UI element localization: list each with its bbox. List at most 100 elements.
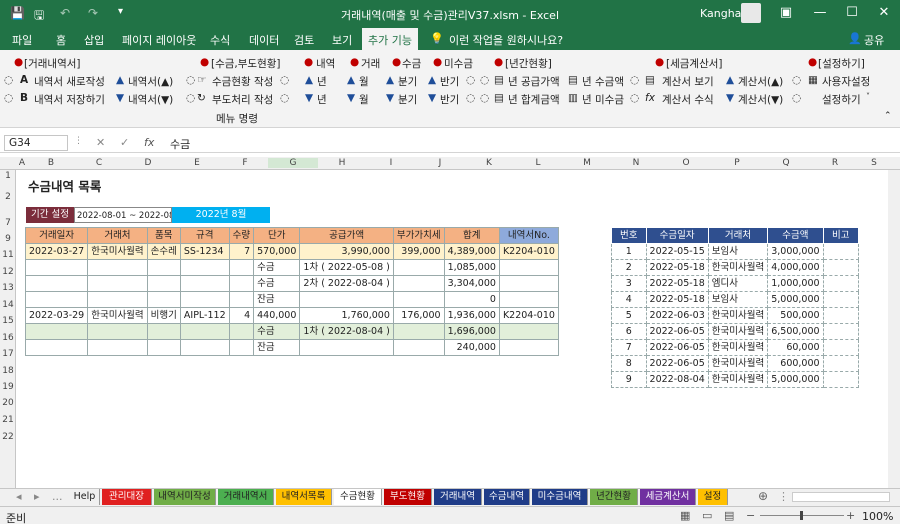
- radio-icon[interactable]: ◌: [466, 74, 475, 86]
- table-cell[interactable]: 5,000,000: [767, 371, 824, 388]
- row-header[interactable]: 20: [0, 398, 16, 408]
- table-cell[interactable]: 440,000: [253, 307, 301, 324]
- table-cell[interactable]: [498, 275, 559, 292]
- table-cell[interactable]: 0: [443, 291, 500, 308]
- table-cell[interactable]: 엠디사: [707, 275, 769, 292]
- row-header[interactable]: 1: [0, 171, 16, 181]
- cancel-icon[interactable]: ✕: [96, 136, 105, 149]
- radio-icon[interactable]: ◌: [280, 92, 289, 104]
- sheet-tab[interactable]: 부도현황: [384, 489, 432, 505]
- table-cell[interactable]: 한국미사월력: [707, 307, 769, 324]
- tab-formulas[interactable]: 수식: [210, 32, 230, 48]
- name-box[interactable]: G34: [4, 135, 68, 151]
- sheet-tab[interactable]: 년간현황: [590, 489, 638, 505]
- row-header[interactable]: 19: [0, 382, 16, 392]
- table-cell[interactable]: [146, 323, 181, 340]
- table-cell[interactable]: 5,000,000: [767, 291, 824, 308]
- table-cell[interactable]: [179, 275, 230, 292]
- table-cell[interactable]: [146, 339, 181, 356]
- page-break-icon[interactable]: ▤: [724, 509, 734, 522]
- col-header[interactable]: P: [712, 158, 762, 168]
- table-cell[interactable]: [822, 307, 860, 324]
- table-cell[interactable]: 수금: [253, 275, 301, 292]
- tab-file[interactable]: 파일: [12, 32, 32, 48]
- table-cell[interactable]: [228, 275, 255, 292]
- row-header[interactable]: 16: [0, 333, 16, 343]
- col-header[interactable]: R: [810, 158, 860, 168]
- sheet-tab[interactable]: 관리대장: [102, 489, 152, 505]
- table-cell[interactable]: 한국미사월력: [707, 259, 769, 276]
- table-cell[interactable]: 2022-05-15: [645, 243, 709, 260]
- table-cell[interactable]: 4: [611, 291, 647, 308]
- invoice-up-button[interactable]: 계산서(▲): [738, 74, 783, 89]
- col-header[interactable]: C: [74, 158, 124, 168]
- table-cell[interactable]: [392, 323, 445, 340]
- col-header[interactable]: F: [222, 158, 268, 168]
- zoom-out-button[interactable]: −: [746, 509, 755, 522]
- more-sheets-icon[interactable]: ...: [52, 490, 63, 503]
- table-cell[interactable]: 2022-08-04: [645, 371, 709, 388]
- table-cell[interactable]: [87, 323, 148, 340]
- table-cell[interactable]: 2차 ( 2022-08-04 ): [299, 275, 394, 292]
- row-header[interactable]: 18: [0, 366, 16, 376]
- radio-icon[interactable]: ◌: [480, 74, 489, 86]
- table-cell[interactable]: [498, 339, 559, 356]
- doc-up-button[interactable]: 내역서(▲): [128, 74, 173, 89]
- table-cell[interactable]: 6,500,000: [767, 323, 824, 340]
- table-cell[interactable]: [822, 243, 860, 260]
- table-cell[interactable]: 수금: [253, 323, 301, 340]
- col-header[interactable]: S: [860, 158, 888, 168]
- row-header[interactable]: 13: [0, 283, 16, 293]
- table-cell[interactable]: [179, 339, 230, 356]
- col-header[interactable]: A: [16, 158, 28, 168]
- table-cell[interactable]: [822, 275, 860, 292]
- table-cell[interactable]: [228, 291, 255, 308]
- table-cell[interactable]: 3,304,000: [443, 275, 500, 292]
- table-cell[interactable]: 240,000: [443, 339, 500, 356]
- table-cell[interactable]: [24, 259, 89, 276]
- share-button[interactable]: 공유: [864, 32, 884, 48]
- restore-button[interactable]: ☐: [840, 5, 864, 20]
- table-cell[interactable]: 보임사: [707, 291, 769, 308]
- table-cell[interactable]: 2022-06-05: [645, 339, 709, 356]
- row-header[interactable]: 17: [0, 349, 16, 359]
- table-cell[interactable]: [87, 291, 148, 308]
- next-sheet-icon[interactable]: ▸: [34, 490, 40, 503]
- sheet-tab[interactable]: 수금현황: [334, 489, 382, 505]
- table-cell[interactable]: 2022-03-29: [24, 307, 89, 324]
- table-cell[interactable]: 60,000: [767, 339, 824, 356]
- table-cell[interactable]: 한국미사월력: [707, 355, 769, 372]
- table-cell[interactable]: [228, 339, 255, 356]
- year-total-button[interactable]: 년 합계금액: [508, 92, 560, 107]
- tab-add-ins[interactable]: 추가 기능: [362, 28, 418, 50]
- table-cell[interactable]: AIPL-112: [179, 307, 230, 324]
- table-cell[interactable]: 2022-05-18: [645, 275, 709, 292]
- col-header[interactable]: E: [172, 158, 222, 168]
- doc-down-button[interactable]: 내역서(▼): [128, 92, 173, 107]
- table-cell[interactable]: 잔금: [253, 291, 301, 308]
- radio-icon[interactable]: ◌: [480, 92, 489, 104]
- table-cell[interactable]: 2022-03-27: [24, 243, 89, 260]
- radio-icon[interactable]: ◌: [466, 92, 475, 104]
- table-cell[interactable]: [146, 291, 181, 308]
- page-layout-icon[interactable]: ▭: [702, 509, 712, 522]
- table-cell[interactable]: 4,389,000: [443, 243, 500, 260]
- table-cell[interactable]: 3,000,000: [767, 243, 824, 260]
- table-cell[interactable]: 4,000,000: [767, 259, 824, 276]
- period-value[interactable]: 2022-08-01 ~ 2022-08-31: [74, 207, 172, 223]
- tab-page-layout[interactable]: 페이지 레이아웃: [122, 32, 196, 48]
- user-name[interactable]: Kangha: [700, 7, 741, 20]
- sheet-tab[interactable]: 거래내역서: [218, 489, 274, 505]
- add-sheet-icon[interactable]: ⊕: [758, 489, 768, 503]
- table-cell[interactable]: 1,696,000: [443, 323, 500, 340]
- col-header[interactable]: H: [318, 158, 366, 168]
- tab-data[interactable]: 데이터: [249, 32, 279, 48]
- chevron-down-icon[interactable]: ˅: [866, 92, 870, 101]
- table-cell[interactable]: [392, 339, 445, 356]
- table-cell[interactable]: 한국미사월력: [87, 307, 148, 324]
- table-cell[interactable]: 1,000,000: [767, 275, 824, 292]
- prev-sheet-icon[interactable]: ◂: [16, 490, 22, 503]
- col-header[interactable]: O: [660, 158, 712, 168]
- sheet-tab[interactable]: Help: [70, 489, 100, 505]
- table-cell[interactable]: [299, 339, 394, 356]
